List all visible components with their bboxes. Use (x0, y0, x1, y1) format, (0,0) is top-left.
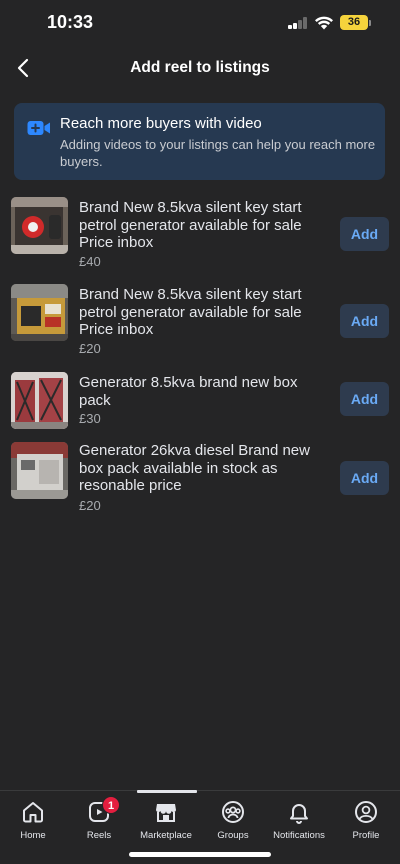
listing-thumbnail (11, 372, 68, 429)
profile-icon (355, 801, 377, 823)
listing-price: £20 (79, 341, 101, 356)
listing-thumbnail (11, 197, 68, 254)
add-button[interactable]: Add (340, 461, 389, 495)
add-button[interactable]: Add (340, 304, 389, 338)
listing-thumbnail (11, 284, 68, 341)
listing-item: Generator 26kva diesel Brand new box pac… (0, 442, 400, 513)
notification-badge: 1 (102, 796, 120, 814)
wifi-icon (315, 16, 333, 30)
listing-item: Brand New 8.5kva silent key start petrol… (0, 197, 400, 269)
listing-price: £40 (79, 254, 101, 269)
add-button[interactable]: Add (340, 217, 389, 251)
nav-item-profile[interactable]: Profile (333, 791, 399, 847)
listing-title: Generator 8.5kva brand new box pack (79, 374, 298, 409)
status-time: 10:33 (47, 12, 94, 32)
marketplace-icon (156, 804, 176, 822)
listing-item: Generator 8.5kva brand new box pack £30 … (0, 372, 400, 429)
info-banner: Reach more buyers with video Adding vide… (14, 103, 385, 180)
cellular-signal-icon (288, 17, 308, 29)
groups-icon (222, 801, 244, 823)
home-icon (23, 802, 43, 823)
page-title: Add reel to listings (130, 59, 270, 76)
add-button[interactable]: Add (340, 382, 389, 416)
listing-title: Generator 26kva diesel Brand new box pac… (79, 442, 310, 494)
nav-label: Profile (352, 830, 380, 841)
listing-title: Brand New 8.5kva silent key start petrol… (79, 286, 302, 338)
home-indicator[interactable] (129, 852, 271, 857)
listing-item: Brand New 8.5kva silent key start petrol… (0, 284, 400, 356)
battery-indicator: 36 (340, 15, 368, 30)
banner-body: Adding videos to your listings can help … (60, 137, 376, 169)
header: Add reel to listings (0, 48, 400, 88)
listing-price: £30 (79, 411, 101, 426)
listing-thumbnail (11, 442, 68, 499)
bell-icon (290, 804, 308, 824)
listing-title: Brand New 8.5kva silent key start petrol… (79, 199, 302, 251)
listing-price: £20 (79, 498, 101, 513)
video-add-icon (27, 121, 50, 135)
banner-title: Reach more buyers with video (60, 115, 262, 132)
status-bar: 10:33 36 (0, 0, 400, 48)
battery-tip (369, 19, 371, 26)
